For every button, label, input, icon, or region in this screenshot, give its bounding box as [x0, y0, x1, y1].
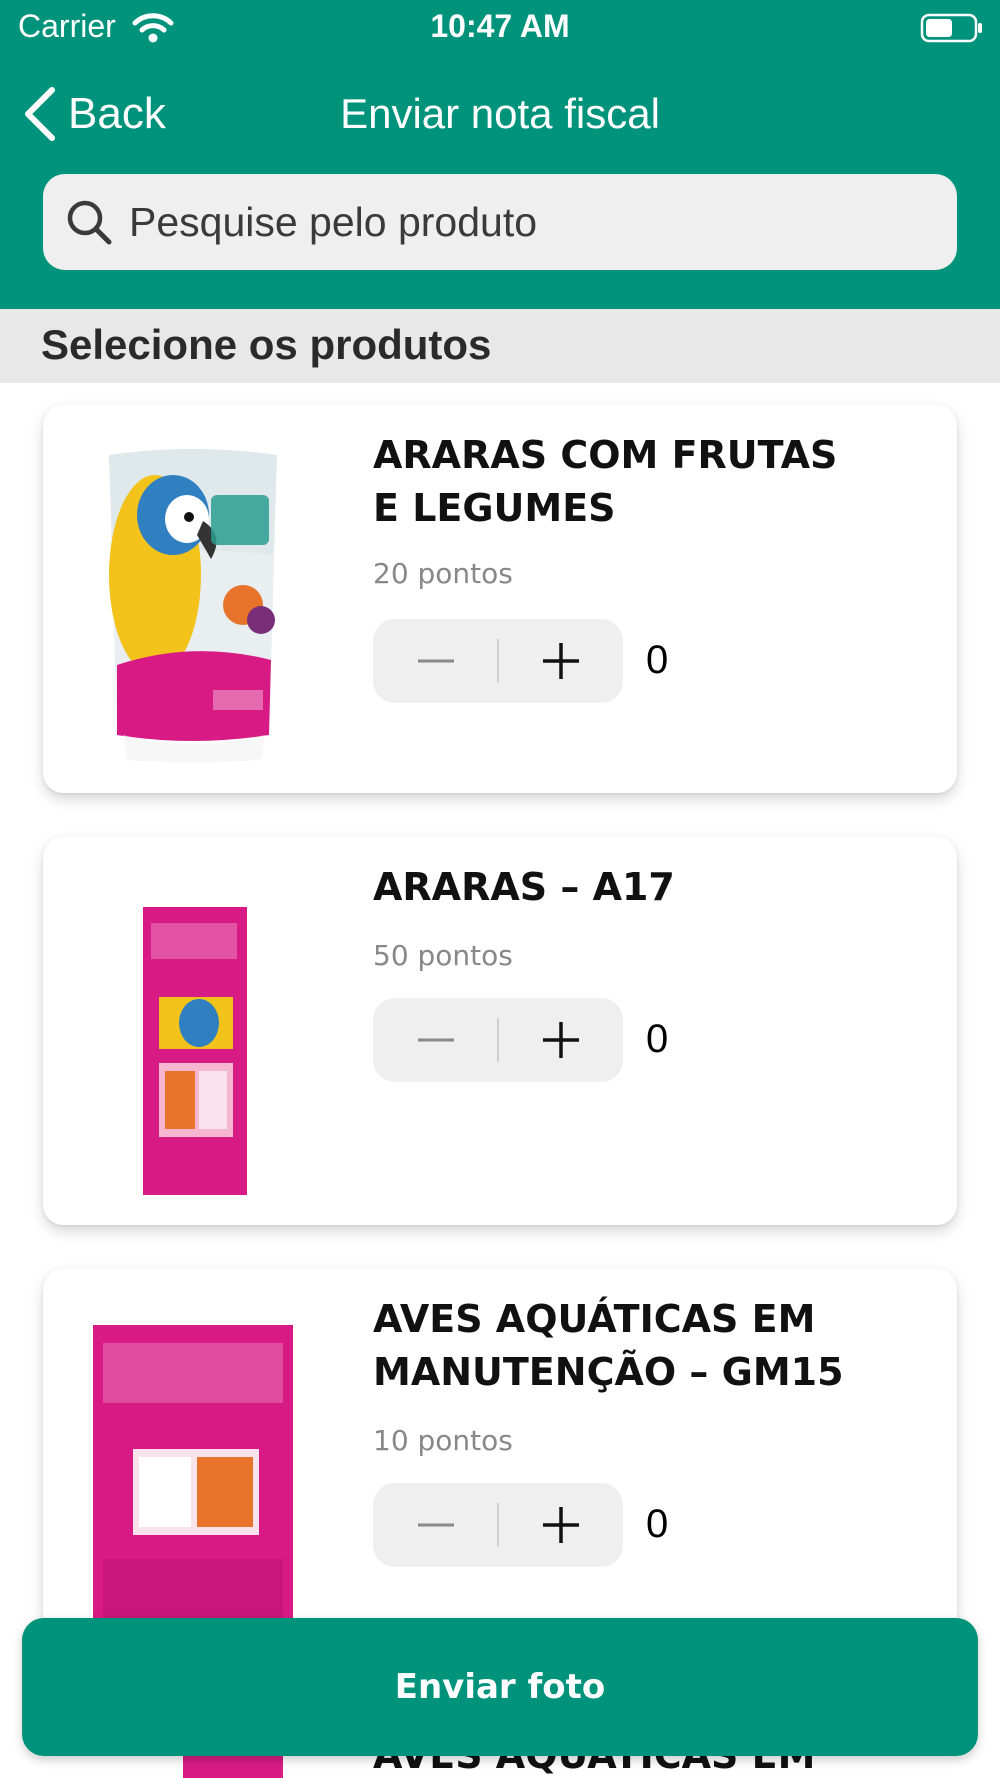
send-photo-button[interactable]: Enviar foto: [22, 1618, 978, 1756]
decrement-button[interactable]: [373, 998, 498, 1082]
section-header: Selecione os produtos: [0, 309, 1000, 383]
product-name-line: ARARAS – A17: [373, 865, 675, 909]
clock: 10:47 AM: [430, 8, 570, 44]
decrement-button[interactable]: [373, 1483, 498, 1567]
product-name-line: MANUTENÇÃO – GM15: [373, 1350, 844, 1394]
product-image: [93, 1325, 293, 1629]
battery-icon: [920, 13, 982, 43]
plus-icon: [542, 643, 579, 679]
quantity-value: 0: [646, 1017, 669, 1061]
product-points: 10 pontos: [373, 1424, 513, 1457]
increment-button[interactable]: [498, 1483, 623, 1567]
search-input[interactable]: [129, 198, 929, 246]
product-name: AVES AQUÁTICAS EM MANUTENÇÃO – GM15: [373, 1293, 893, 1399]
section-title: Selecione os produtos: [41, 321, 492, 368]
search-icon: [67, 200, 112, 245]
minus-icon: [417, 1523, 454, 1527]
product-name: ARARAS COM FRUTAS E LEGUMES: [373, 429, 893, 535]
header: Carrier 10:47 AM Back Enviar nota fiscal: [0, 0, 1000, 309]
minus-icon: [417, 659, 454, 663]
quantity-stepper: [373, 998, 623, 1082]
plus-icon: [542, 1022, 579, 1058]
nav-bar: Back Enviar nota fiscal: [0, 70, 1000, 156]
product-name: ARARAS – A17: [373, 861, 893, 914]
product-points: 20 pontos: [373, 557, 513, 590]
status-bar: Carrier 10:47 AM: [0, 0, 1000, 56]
decrement-button[interactable]: [373, 619, 498, 703]
product-name-line: E LEGUMES: [373, 486, 616, 530]
plus-icon: [542, 1507, 579, 1543]
product-card: AVES AQUÁTICAS EM MANUTENÇÃO – GM15 10 p…: [43, 1269, 957, 1657]
page-title: Enviar nota fiscal: [340, 90, 660, 137]
product-image: [109, 449, 277, 763]
product-name-line: ARARAS COM FRUTAS: [373, 433, 838, 477]
minus-icon: [417, 1038, 454, 1042]
quantity-value: 0: [646, 1502, 669, 1546]
increment-button[interactable]: [498, 619, 623, 703]
increment-button[interactable]: [498, 998, 623, 1082]
product-points: 50 pontos: [373, 939, 513, 972]
quantity-stepper: [373, 1483, 623, 1567]
product-name-line: AVES AQUÁTICAS EM: [373, 1297, 816, 1341]
quantity-stepper: [373, 619, 623, 703]
quantity-value: 0: [646, 638, 669, 682]
search-bar[interactable]: [43, 174, 957, 270]
product-card: ARARAS – A17 50 pontos 0: [43, 837, 957, 1225]
product-card: ARARAS COM FRUTAS E LEGUMES 20 pontos 0: [43, 405, 957, 793]
product-image: [143, 907, 247, 1195]
